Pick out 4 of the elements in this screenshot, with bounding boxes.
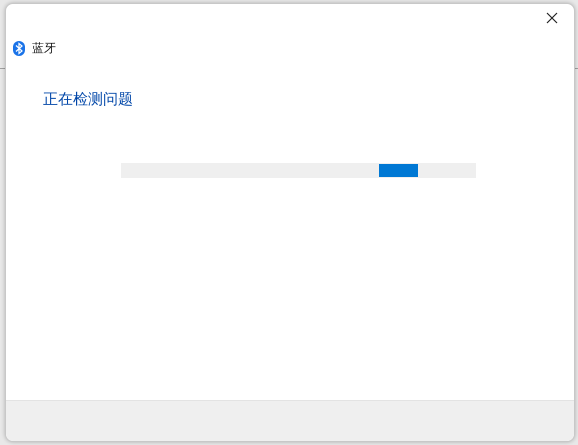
bluetooth-icon [13,41,25,56]
close-icon [546,12,558,24]
window-title: 蓝牙 [32,40,56,57]
status-heading: 正在检测问题 [43,90,134,109]
